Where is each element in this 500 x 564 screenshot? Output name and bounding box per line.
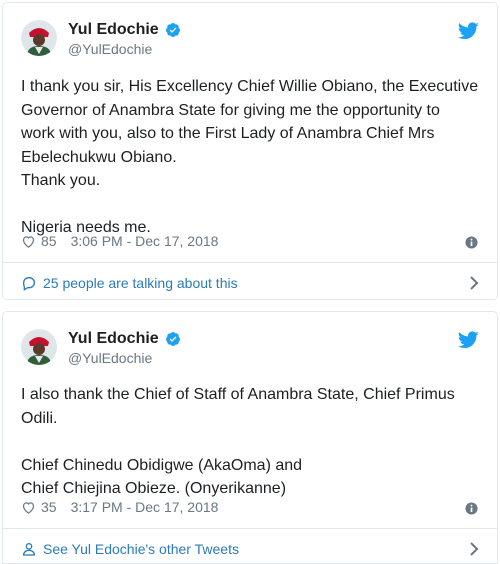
divider bbox=[3, 528, 497, 529]
divider bbox=[3, 262, 497, 263]
tweet-meta: 35 3:17 PM - Dec 17, 2018 bbox=[21, 499, 218, 515]
info-icon[interactable] bbox=[465, 502, 478, 515]
person-icon bbox=[22, 543, 36, 556]
display-name[interactable]: Yul Edochie bbox=[68, 329, 181, 349]
chevron-right-icon[interactable] bbox=[469, 542, 479, 556]
user-handle[interactable]: @YulEdochie bbox=[68, 40, 152, 58]
tweet-timestamp[interactable]: 3:17 PM - Dec 17, 2018 bbox=[71, 499, 219, 515]
tweet-card[interactable]: Yul Edochie @YulEdochie I thank you sir,… bbox=[2, 2, 498, 300]
speech-bubble-icon bbox=[22, 277, 36, 291]
info-icon[interactable] bbox=[465, 236, 478, 249]
tweet-text: I also thank the Chief of Staff of Anamb… bbox=[21, 386, 455, 497]
chevron-right-icon[interactable] bbox=[469, 276, 479, 290]
display-name-label: Yul Edochie bbox=[68, 330, 159, 347]
user-handle[interactable]: @YulEdochie bbox=[68, 349, 152, 367]
conversation-link-label: 25 people are talking about this bbox=[43, 275, 238, 291]
verified-badge-icon bbox=[165, 332, 180, 346]
tweet-text: I thank you sir, His Excellency Chief Wi… bbox=[21, 78, 479, 236]
conversation-link[interactable]: 25 people are talking about this bbox=[21, 275, 238, 291]
avatar[interactable] bbox=[21, 20, 57, 56]
display-name[interactable]: Yul Edochie bbox=[68, 20, 181, 40]
other-tweets-link-label: See Yul Edochie's other Tweets bbox=[43, 541, 239, 557]
twitter-bird-icon[interactable] bbox=[458, 22, 479, 40]
heart-icon[interactable] bbox=[21, 234, 36, 249]
like-count[interactable]: 85 bbox=[41, 233, 57, 249]
verified-badge-icon bbox=[165, 23, 180, 37]
like-count[interactable]: 35 bbox=[41, 499, 57, 515]
tweet-card[interactable]: Yul Edochie @YulEdochie I also thank the… bbox=[2, 311, 498, 564]
display-name-label: Yul Edochie bbox=[68, 21, 159, 38]
tweet-meta: 85 3:06 PM - Dec 17, 2018 bbox=[21, 233, 218, 249]
heart-icon[interactable] bbox=[21, 500, 36, 515]
twitter-bird-icon[interactable] bbox=[458, 331, 479, 349]
tweet-timestamp[interactable]: 3:06 PM - Dec 17, 2018 bbox=[71, 233, 219, 249]
other-tweets-link[interactable]: See Yul Edochie's other Tweets bbox=[21, 541, 239, 557]
avatar[interactable] bbox=[21, 329, 57, 365]
